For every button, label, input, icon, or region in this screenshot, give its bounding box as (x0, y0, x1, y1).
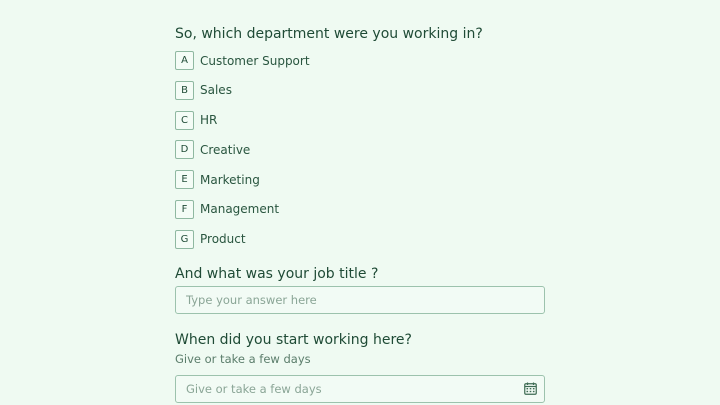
start-date-input[interactable] (175, 375, 545, 403)
option-marketing[interactable]: E Marketing (175, 170, 310, 190)
option-sales[interactable]: B Sales (175, 80, 310, 100)
option-product[interactable]: G Product (175, 229, 310, 249)
start-date-question: When did you start working here? (175, 332, 412, 348)
option-label: Customer Support (200, 53, 310, 68)
option-key: A (175, 51, 194, 70)
option-key: F (175, 199, 194, 219)
job-title-input[interactable] (175, 286, 545, 314)
department-question: So, which department were you working in… (175, 26, 483, 42)
option-key: E (175, 170, 194, 190)
option-customer-support[interactable]: A Customer Support (175, 51, 310, 70)
department-options: A Customer Support B Sales C HR D Creati… (175, 51, 310, 260)
start-date-field (175, 375, 545, 403)
job-title-question: And what was your job title ? (175, 266, 379, 282)
option-hr[interactable]: C HR (175, 110, 310, 130)
calendar-icon[interactable] (524, 382, 537, 395)
start-date-helper: Give or take a few days (175, 352, 311, 366)
option-label: Creative (200, 142, 251, 157)
option-key: G (175, 229, 194, 249)
option-label: Management (200, 202, 280, 217)
option-creative[interactable]: D Creative (175, 140, 310, 160)
option-management[interactable]: F Management (175, 199, 310, 219)
option-label: Marketing (200, 172, 260, 187)
option-label: Product (200, 232, 246, 247)
option-key: D (175, 140, 194, 160)
option-label: Sales (200, 83, 232, 98)
option-key: C (175, 110, 194, 130)
option-label: HR (200, 113, 218, 128)
option-key: B (175, 80, 194, 100)
